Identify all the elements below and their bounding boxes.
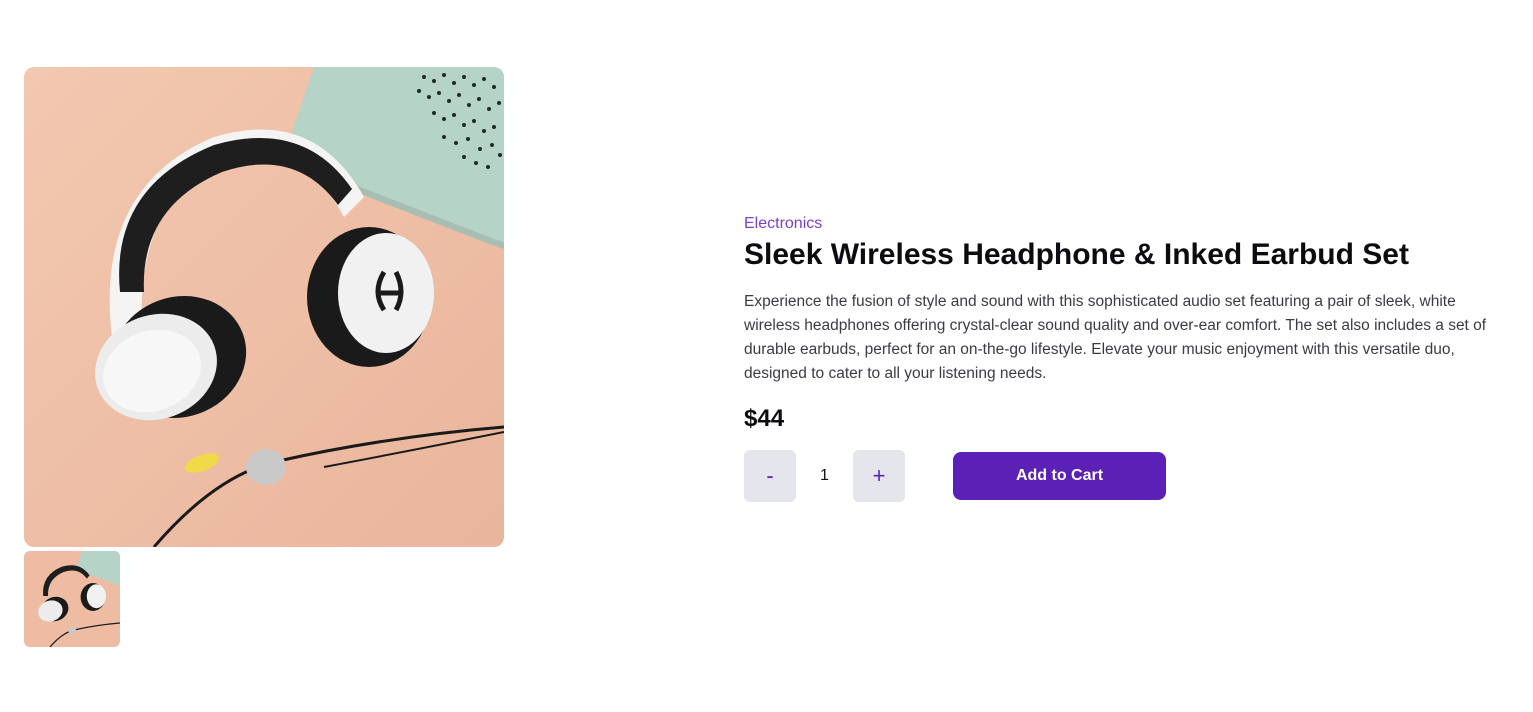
quantity-value: 1 xyxy=(820,467,829,484)
decrement-quantity-button[interactable]: - xyxy=(744,450,796,502)
main-product-image xyxy=(24,67,504,547)
product-price: $44 xyxy=(744,405,785,432)
product-details: Electronics Sleek Wireless Headphone & I… xyxy=(744,214,1514,502)
product-title: Sleek Wireless Headphone & Inked Earbud … xyxy=(744,238,1409,271)
product-page: Electronics Sleek Wireless Headphone & I… xyxy=(0,0,1533,712)
add-to-cart-button[interactable]: Add to Cart xyxy=(953,452,1166,500)
product-description: Experience the fusion of style and sound… xyxy=(744,293,1487,382)
thumbnail-strip xyxy=(24,551,504,647)
purchase-actions: - 1 + Add to Cart xyxy=(744,450,1514,502)
increment-quantity-button[interactable]: + xyxy=(853,450,905,502)
product-category: Electronics xyxy=(744,215,823,232)
product-gallery xyxy=(24,67,504,647)
product-thumbnail[interactable] xyxy=(24,551,120,647)
